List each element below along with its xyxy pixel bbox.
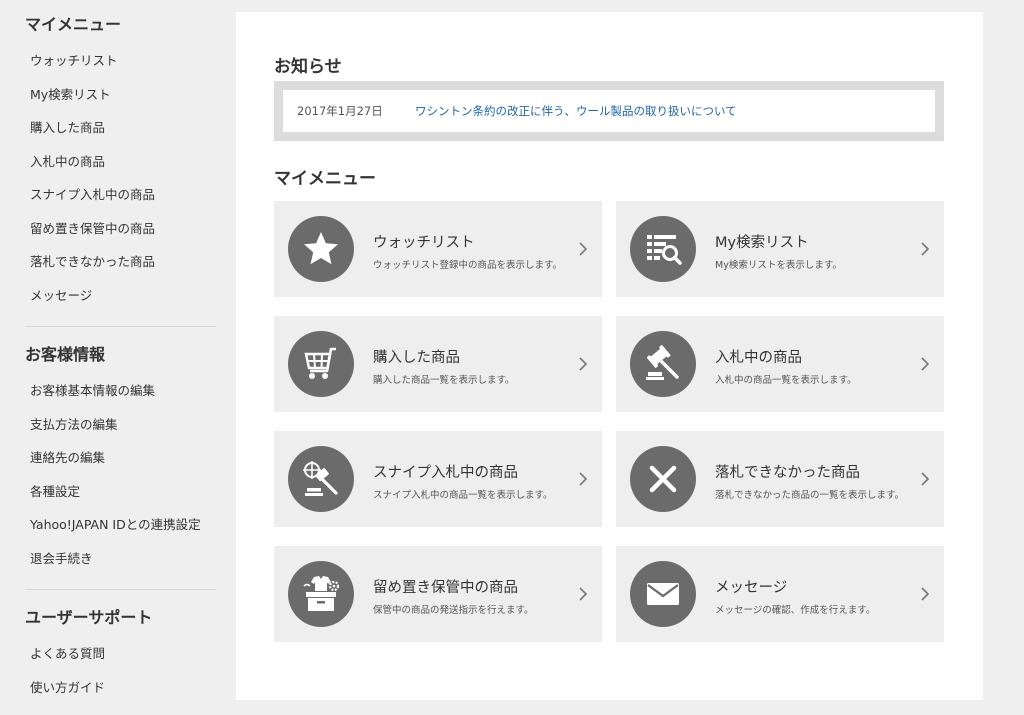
sidebar-heading: お客様情報 [25, 345, 106, 364]
sidebar-section-customer-info: お客様情報 お客様基本情報の編集 支払方法の編集 連絡先の編集 各種設定 Yah… [0, 327, 236, 575]
snipe-gavel-icon [288, 446, 354, 512]
gavel-icon [630, 331, 696, 397]
chevron-right-icon [921, 357, 930, 371]
storage-box-icon [288, 561, 354, 627]
sidebar-item-snipe-bidding[interactable]: スナイプ入札中の商品 [25, 178, 236, 212]
notice-link[interactable]: ワシントン条約の改正に伴う、ウール製品の取り扱いについて [415, 103, 737, 119]
sidebar-item-bidding[interactable]: 入札中の商品 [25, 145, 236, 179]
card-description: メッセージの確認、作成を行えます。 [715, 605, 876, 616]
sidebar-item-held-items[interactable]: 留め置き保管中の商品 [25, 212, 236, 246]
card-description: 落札できなかった商品の一覧を表示します。 [715, 490, 905, 501]
chevron-right-icon [921, 242, 930, 256]
sidebar-item-lost-bids[interactable]: 落札できなかった商品 [25, 245, 236, 279]
close-icon [630, 446, 696, 512]
notice-date: 2017年1月27日 [297, 104, 383, 118]
sidebar-section-mymenu: マイメニュー ウォッチリスト My検索リスト 購入した商品 入札中の商品 スナイ… [0, 0, 236, 312]
chevron-right-icon [579, 587, 588, 601]
sidebar-heading: ユーザーサポート [25, 608, 153, 627]
card-title: 購入した商品 [373, 350, 460, 366]
card-title: スナイプ入札中の商品 [373, 465, 518, 481]
card-messages[interactable]: メッセージ メッセージの確認、作成を行えます。 [616, 546, 944, 642]
card-description: スナイプ入札中の商品一覧を表示します。 [373, 490, 553, 501]
star-icon [288, 216, 354, 282]
envelope-icon [630, 561, 696, 627]
sidebar-item-unsubscribe[interactable]: 退会手続き [25, 542, 236, 576]
search-list-icon [630, 216, 696, 282]
chevron-right-icon [921, 472, 930, 486]
sidebar-item-guide[interactable]: 使い方ガイド [25, 671, 236, 705]
notice-item: 2017年1月27日 ワシントン条約の改正に伴う、ウール製品の取り扱いについて [283, 90, 935, 132]
sidebar-item-edit-profile[interactable]: お客様基本情報の編集 [25, 374, 236, 408]
notice-box: 2017年1月27日 ワシントン条約の改正に伴う、ウール製品の取り扱いについて [274, 81, 944, 141]
sidebar-item-edit-payment[interactable]: 支払方法の編集 [25, 408, 236, 442]
card-description: 入札中の商品一覧を表示します。 [715, 375, 857, 386]
sidebar-item-yahoo-link[interactable]: Yahoo!JAPAN IDとの連携設定 [25, 508, 236, 542]
chevron-right-icon [579, 472, 588, 486]
card-title: 留め置き保管中の商品 [373, 580, 518, 596]
cart-icon [288, 331, 354, 397]
sidebar-section-support: ユーザーサポート よくある質問 使い方ガイド [0, 590, 236, 704]
card-title: 落札できなかった商品 [715, 465, 860, 481]
chevron-right-icon [579, 357, 588, 371]
card-bidding[interactable]: 入札中の商品 入札中の商品一覧を表示します。 [616, 316, 944, 412]
sidebar-item-faq[interactable]: よくある質問 [25, 637, 236, 671]
sidebar-item-watchlist[interactable]: ウォッチリスト [25, 44, 236, 78]
sidebar-item-purchased[interactable]: 購入した商品 [25, 111, 236, 145]
sidebar-heading: マイメニュー [25, 15, 122, 34]
card-lost-bids[interactable]: 落札できなかった商品 落札できなかった商品の一覧を表示します。 [616, 431, 944, 527]
card-description: 保管中の商品の発送指示を行えます。 [373, 605, 534, 616]
card-description: ウォッチリスト登録中の商品を表示します。 [373, 260, 563, 271]
card-snipe-bidding[interactable]: スナイプ入札中の商品 スナイプ入札中の商品一覧を表示します。 [274, 431, 602, 527]
card-purchased[interactable]: 購入した商品 購入した商品一覧を表示します。 [274, 316, 602, 412]
card-held-items[interactable]: 留め置き保管中の商品 保管中の商品の発送指示を行えます。 [274, 546, 602, 642]
card-description: My検索リストを表示します。 [715, 260, 842, 271]
sidebar-item-messages[interactable]: メッセージ [25, 279, 236, 313]
card-title: 入札中の商品 [715, 350, 802, 366]
mymenu-heading: マイメニュー [274, 169, 376, 189]
card-title: My検索リスト [715, 235, 809, 251]
notice-heading: お知らせ [274, 57, 342, 77]
chevron-right-icon [921, 587, 930, 601]
sidebar-item-my-search-list[interactable]: My検索リスト [25, 78, 236, 112]
sidebar: マイメニュー ウォッチリスト My検索リスト 購入した商品 入札中の商品 スナイ… [0, 0, 236, 715]
sidebar-item-edit-contact[interactable]: 連絡先の編集 [25, 441, 236, 475]
card-my-search-list[interactable]: My検索リスト My検索リストを表示します。 [616, 201, 944, 297]
main-panel: お知らせ 2017年1月27日 ワシントン条約の改正に伴う、ウール製品の取り扱い… [236, 12, 983, 700]
chevron-right-icon [579, 242, 588, 256]
card-title: メッセージ [715, 580, 788, 596]
card-description: 購入した商品一覧を表示します。 [373, 375, 515, 386]
card-watchlist[interactable]: ウォッチリスト ウォッチリスト登録中の商品を表示します。 [274, 201, 602, 297]
card-title: ウォッチリスト [373, 235, 475, 251]
sidebar-item-settings[interactable]: 各種設定 [25, 475, 236, 509]
